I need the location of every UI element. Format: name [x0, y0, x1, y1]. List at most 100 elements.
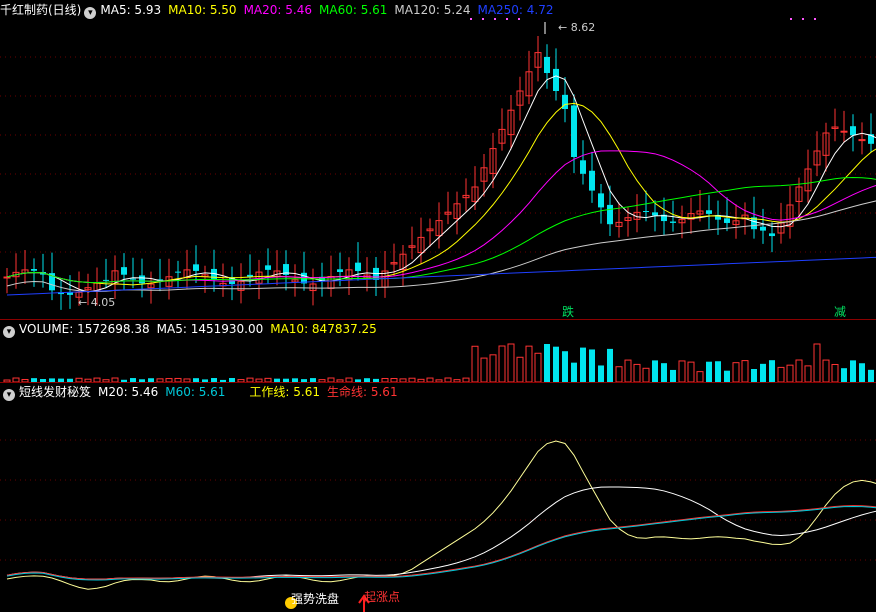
- volume-bar-down: [751, 369, 757, 382]
- signal-dot: [790, 18, 792, 20]
- volume-bar-up: [687, 361, 695, 383]
- annotation-label: 起涨点: [364, 589, 400, 604]
- ma250-line: [6, 256, 876, 296]
- volume-bar-down: [769, 360, 775, 382]
- candle-down: [103, 279, 109, 281]
- volume-bar-up: [624, 359, 632, 383]
- volume-bar-down: [589, 349, 595, 382]
- volume-bar-up: [741, 360, 749, 383]
- candle-down: [706, 210, 712, 214]
- volume-bar-down: [652, 360, 658, 382]
- candle-down: [607, 204, 613, 225]
- volume-bar-down: [607, 348, 613, 382]
- volume-bar-down: [724, 370, 730, 382]
- m20-label: M20: 5.46: [98, 385, 159, 399]
- candle-up: [840, 130, 848, 133]
- volume-bar-down: [760, 363, 766, 382]
- volume-bar-down: [706, 361, 712, 382]
- volume-bar-up: [804, 365, 812, 383]
- candle-down: [580, 160, 586, 174]
- volume-group: [3, 343, 874, 383]
- ma60-label: MA60: 5.61: [319, 3, 388, 17]
- volume-label: VOLUME: 1572698.38: [19, 322, 150, 336]
- volume-bar-down: [715, 361, 721, 382]
- candle-down: [724, 218, 730, 223]
- volume-toggle-icon[interactable]: ▾: [3, 326, 15, 338]
- stock-title[interactable]: 千红制药(日线): [0, 3, 81, 17]
- volume-bar-up: [498, 345, 506, 383]
- volume-bar-up: [534, 352, 542, 383]
- volume-bar-down: [598, 365, 604, 382]
- ma250-label: MA250: 4.72: [477, 3, 554, 17]
- volume-bar-down: [571, 362, 577, 382]
- ma5-label: MA5: 5.93: [100, 3, 162, 17]
- indicator-mid-line: [6, 486, 876, 580]
- indicator-title: 短线发财秘笈: [19, 385, 92, 399]
- volume-ma5-label: MA5: 1451930.00: [156, 322, 264, 336]
- volume-bar-up: [813, 343, 821, 383]
- candle-down: [652, 212, 658, 216]
- volume-bar-up: [831, 363, 839, 383]
- candle-down: [544, 56, 550, 73]
- candle-down: [598, 193, 604, 208]
- candle-down: [130, 278, 136, 280]
- candle-down: [571, 105, 577, 157]
- candles-group: [3, 35, 874, 310]
- signal-label: 跌: [562, 304, 574, 319]
- candle-down: [31, 269, 37, 271]
- volume-bar-up: [516, 356, 524, 383]
- work-line-label: 工作线: 5.61: [249, 385, 320, 399]
- volume-bar-up: [696, 371, 704, 383]
- candle-down: [121, 267, 127, 275]
- indicator-work-line: [6, 505, 876, 580]
- candle-down: [355, 262, 361, 272]
- candle-down: [193, 264, 199, 271]
- indicator-legend: ▾ 短线发财秘笈 M20: 5.46 M60: 5.61 工作线: 5.61 生命线: 5…: [0, 383, 405, 401]
- annotation-label: 强势洗盘: [291, 591, 339, 606]
- volume-bar-down: [670, 369, 676, 382]
- indicator-toggle-icon[interactable]: ▾: [3, 389, 15, 401]
- volume-bar-up: [732, 362, 740, 383]
- candle-down: [589, 170, 595, 191]
- volume-bar-up: [525, 345, 533, 383]
- volume-bar-down: [562, 351, 568, 382]
- volume-bar-down: [580, 347, 586, 382]
- legend-toggle-icon[interactable]: ▾: [84, 7, 97, 19]
- m60-label: M60: 5.61: [165, 385, 226, 399]
- signal-dot: [814, 18, 816, 20]
- volume-bar-up: [489, 354, 497, 383]
- ma120-label: MA120: 5.24: [394, 3, 471, 17]
- candle-down: [643, 211, 649, 213]
- volume-bar-up: [633, 363, 641, 383]
- candle-down: [337, 269, 343, 273]
- candle-down: [553, 68, 559, 91]
- candle-down: [670, 221, 676, 223]
- indicator-life-line: [6, 505, 876, 581]
- volume-bar-up: [642, 367, 650, 383]
- volume-bar-down: [868, 369, 874, 382]
- candle-down: [760, 226, 766, 231]
- volume-bar-up: [822, 359, 830, 383]
- volume-bar-down: [841, 368, 847, 382]
- candle-up: [3, 276, 11, 279]
- candle-down: [139, 275, 145, 284]
- volume-bar-up: [507, 343, 515, 383]
- candle-down: [265, 265, 271, 270]
- signal-label: 减: [834, 305, 846, 319]
- volume-bar-down: [553, 346, 559, 382]
- volume-bar-up: [795, 359, 803, 383]
- volume-bar-up: [615, 366, 623, 383]
- volume-bar-down: [850, 360, 856, 382]
- signal-dot: [802, 18, 804, 20]
- volume-bar-up: [777, 366, 785, 383]
- candle-down: [175, 271, 181, 273]
- volume-bar-up: [678, 360, 686, 383]
- ma5-line: [6, 75, 876, 293]
- candle-down: [850, 126, 856, 136]
- life-line-label: 生命线: 5.61: [327, 385, 398, 399]
- price-legend: 千红制药(日线) ▾ MA5: 5.93 MA10: 5.50 MA20: 5.46 MA…: [0, 1, 561, 19]
- ma10-line: [6, 102, 876, 286]
- ma20-label: MA20: 5.46: [243, 3, 312, 17]
- volume-bar-down: [859, 363, 865, 382]
- volume-legend: ▾ VOLUME: 1572698.38 MA5: 1451930.00 MA10: …: [0, 320, 384, 338]
